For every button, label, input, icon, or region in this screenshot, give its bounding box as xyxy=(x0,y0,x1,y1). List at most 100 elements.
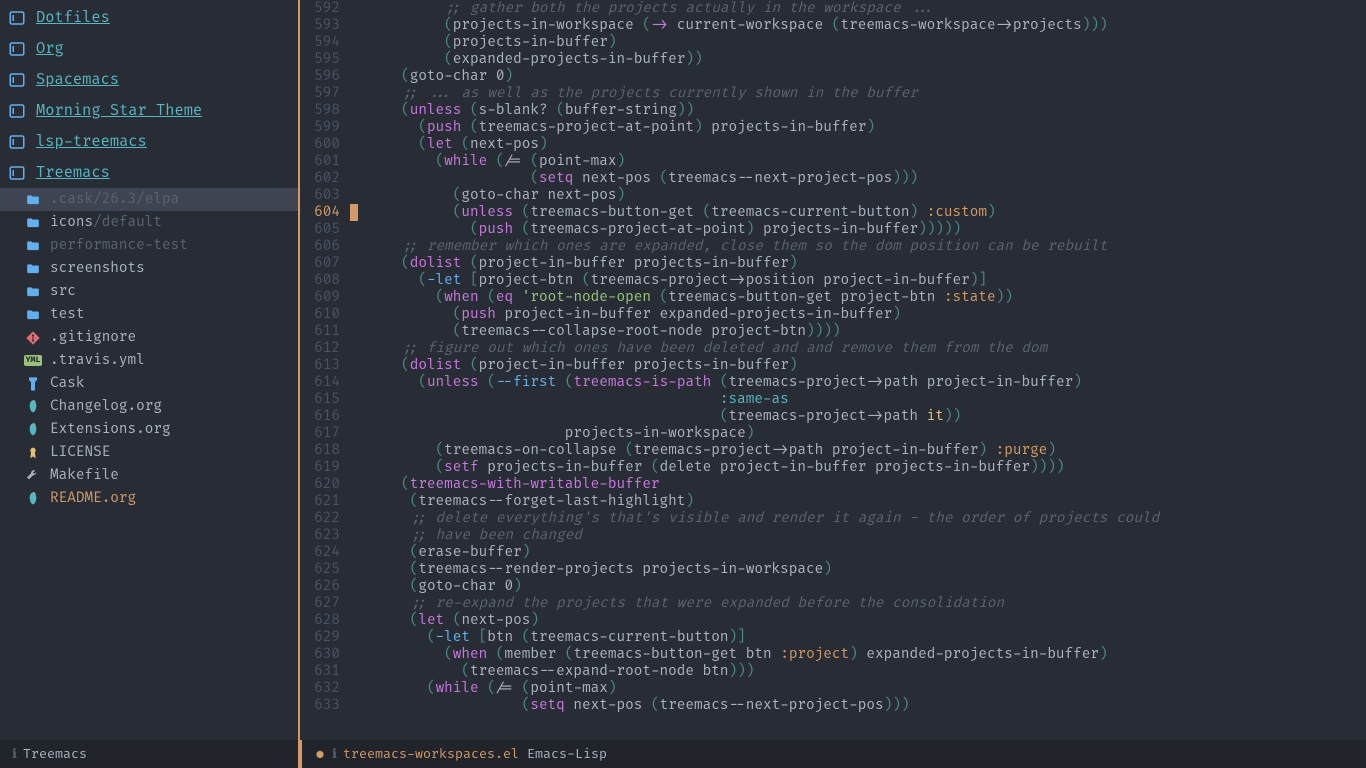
line-marker xyxy=(350,595,358,612)
code-line[interactable]: 593 (projects-in-workspace (-> current-w… xyxy=(300,17,1366,34)
project-icon xyxy=(8,164,26,182)
project-label: Dotfiles xyxy=(36,8,110,27)
code-line[interactable]: 595 (expanded-projects-in-buffer)) xyxy=(300,51,1366,68)
line-text: (unless (--first (treemacs-is-path (tree… xyxy=(358,374,1366,391)
tree-item[interactable]: Changelog.org xyxy=(0,395,298,418)
line-marker xyxy=(350,68,358,85)
code-line[interactable]: 599 (push (treemacs-project-at-point) pr… xyxy=(300,119,1366,136)
info-icon: ℹ xyxy=(12,746,17,762)
line-marker xyxy=(350,374,358,391)
code-line[interactable]: 610 (push project-in-buffer expanded-pro… xyxy=(300,306,1366,323)
yml-icon: YML xyxy=(24,353,42,369)
code-line[interactable]: 627 ;; re-expand the projects that were … xyxy=(300,595,1366,612)
project-treemacs[interactable]: Treemacs xyxy=(0,157,298,188)
code-line[interactable]: 613 (dolist (project-in-buffer projects-… xyxy=(300,357,1366,374)
code-line[interactable]: 604 (unless (treemacs-button-get (treema… xyxy=(300,204,1366,221)
code-line[interactable]: 615 :same-as xyxy=(300,391,1366,408)
line-number: 597 xyxy=(300,85,350,102)
line-number: 604 xyxy=(300,204,350,221)
tree-item[interactable]: performance-test xyxy=(0,234,298,257)
treemacs-sidebar[interactable]: Dotfiles Org SpacemacsMorning Star Themels… xyxy=(0,0,298,740)
tree-item[interactable]: test xyxy=(0,303,298,326)
line-marker xyxy=(350,629,358,646)
line-number: 627 xyxy=(300,595,350,612)
tree-item[interactable]: Cask xyxy=(0,372,298,395)
code-line[interactable]: 626 (goto-char 0) xyxy=(300,578,1366,595)
code-line[interactable]: 603 (goto-char next-pos) xyxy=(300,187,1366,204)
code-line[interactable]: 607 (dolist (project-in-buffer projects-… xyxy=(300,255,1366,272)
project-morning-star-theme[interactable]: Morning Star Theme xyxy=(0,95,298,126)
code-line[interactable]: 620 (treemacs-with-writable-buffer xyxy=(300,476,1366,493)
modeline-filename: treemacs-workspaces.el xyxy=(343,746,519,762)
line-number: 631 xyxy=(300,663,350,680)
code-line[interactable]: 606 ;; remember which ones are expanded,… xyxy=(300,238,1366,255)
project-org[interactable]: Org xyxy=(0,33,298,64)
line-marker xyxy=(350,425,358,442)
line-text: ;; ... as well as the projects currently… xyxy=(358,85,1366,102)
code-line[interactable]: 629 (-let [btn (treemacs-current-button)… xyxy=(300,629,1366,646)
line-text: projects-in-workspace) xyxy=(358,425,1366,442)
code-line[interactable]: 614 (unless (--first (treemacs-is-path (… xyxy=(300,374,1366,391)
tree-item[interactable]: Extensions.org xyxy=(0,418,298,441)
code-line[interactable]: 628 (let (next-pos) xyxy=(300,612,1366,629)
code-line[interactable]: 611 (treemacs--collapse-root-node projec… xyxy=(300,323,1366,340)
code-line[interactable]: 617 projects-in-workspace) xyxy=(300,425,1366,442)
code-line[interactable]: 619 (setf projects-in-buffer (delete pro… xyxy=(300,459,1366,476)
line-marker xyxy=(350,391,358,408)
code-line[interactable]: 596 (goto-char 0) xyxy=(300,68,1366,85)
code-line[interactable]: 625 (treemacs--render-projects projects-… xyxy=(300,561,1366,578)
line-text: :same-as xyxy=(358,391,1366,408)
code-line[interactable]: 632 (while (/= (point-max) xyxy=(300,680,1366,697)
code-line[interactable]: 612 ;; figure out which ones have been d… xyxy=(300,340,1366,357)
code-line[interactable]: 605 (push (treemacs-project-at-point) pr… xyxy=(300,221,1366,238)
line-number: 602 xyxy=(300,170,350,187)
code-line[interactable]: 622 ;; delete everything's that's visibl… xyxy=(300,510,1366,527)
code-line[interactable]: 609 (when (eq 'root-node-open (treemacs-… xyxy=(300,289,1366,306)
modeline-buffer-name: Treemacs xyxy=(23,746,87,762)
code-line[interactable]: 630 (when (member (treemacs-button-get b… xyxy=(300,646,1366,663)
code-line[interactable]: 624 (erase-buffer) xyxy=(300,544,1366,561)
info-icon: ℹ xyxy=(332,746,337,762)
tree-item[interactable]: LICENSE xyxy=(0,441,298,464)
code-line[interactable]: 621 (treemacs--forget-last-highlight) xyxy=(300,493,1366,510)
tree-item[interactable]: YML.travis.yml xyxy=(0,349,298,372)
code-line[interactable]: 608 (-let [project-btn (treemacs-project… xyxy=(300,272,1366,289)
code-line[interactable]: 623 ;; have been changed xyxy=(300,527,1366,544)
code-line[interactable]: 594 (projects-in-buffer) xyxy=(300,34,1366,51)
code-line[interactable]: 616 (treemacs-project->path it)) xyxy=(300,408,1366,425)
tree-item[interactable]: icons/default xyxy=(0,211,298,234)
line-number: 626 xyxy=(300,578,350,595)
code-line[interactable]: 597 ;; ... as well as the projects curre… xyxy=(300,85,1366,102)
project-dotfiles[interactable]: Dotfiles xyxy=(0,2,298,33)
tree-item[interactable]: Makefile xyxy=(0,464,298,487)
modeline-major-mode: Emacs-Lisp xyxy=(527,746,607,762)
tree-item[interactable]: README.org xyxy=(0,487,298,510)
project-lsp-treemacs[interactable]: lsp-treemacs xyxy=(0,126,298,157)
line-number: 596 xyxy=(300,68,350,85)
code-line[interactable]: 618 (treemacs-on-collapse (treemacs-proj… xyxy=(300,442,1366,459)
code-line[interactable]: 600 (let (next-pos) xyxy=(300,136,1366,153)
project-spacemacs[interactable]: Spacemacs xyxy=(0,64,298,95)
tree-item[interactable]: src xyxy=(0,280,298,303)
line-marker xyxy=(350,289,358,306)
line-number: 606 xyxy=(300,238,350,255)
line-number: 615 xyxy=(300,391,350,408)
code-line[interactable]: 602 (setq next-pos (treemacs--next-proje… xyxy=(300,170,1366,187)
line-text: (projects-in-workspace (-> current-works… xyxy=(358,17,1366,34)
tree-item[interactable]: screenshots xyxy=(0,257,298,280)
folder-icon xyxy=(24,261,42,277)
code-line[interactable]: 592 ;; gather both the projects actually… xyxy=(300,0,1366,17)
code-editor[interactable]: 592 ;; gather both the projects actually… xyxy=(298,0,1366,768)
line-marker xyxy=(350,102,358,119)
code-line[interactable]: 598 (unless (s-blank? (buffer-string)) xyxy=(300,102,1366,119)
tree-item-label: Extensions.org xyxy=(50,421,171,438)
tree-item[interactable]: .gitignore xyxy=(0,326,298,349)
line-text: (setf projects-in-buffer (delete project… xyxy=(358,459,1366,476)
code-line[interactable]: 601 (while (/= (point-max) xyxy=(300,153,1366,170)
line-number: 607 xyxy=(300,255,350,272)
code-line[interactable]: 633 (setq next-pos (treemacs--next-proje… xyxy=(300,697,1366,714)
code-line[interactable]: 631 (treemacs--expand-root-node btn))) xyxy=(300,663,1366,680)
tree-item[interactable]: .cask/26.3/elpa xyxy=(0,188,298,211)
line-number: 594 xyxy=(300,34,350,51)
project-label: Org xyxy=(36,39,64,58)
